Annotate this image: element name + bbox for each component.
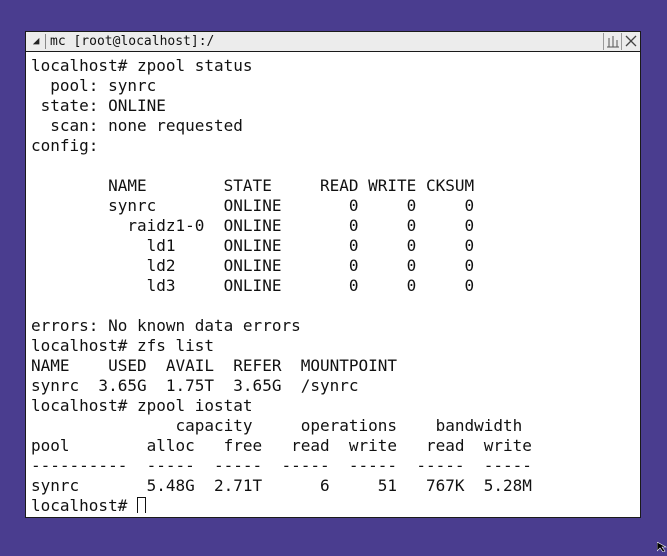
terminal-line: localhost# zfs list [31,336,215,355]
close-icon[interactable] [621,33,639,50]
window-menu-icon: ◢ [32,34,40,47]
terminal-line: ---------- ----- ----- ----- ----- -----… [31,456,532,475]
title-buttons [603,33,639,50]
terminal-line: NAME USED AVAIL REFER MOUNTPOINT [31,356,398,375]
window-menu-button[interactable]: ◢ [28,33,44,49]
terminal-line: state: ONLINE [31,96,166,115]
window-title: mc [root@localhost]:/ [50,34,215,49]
terminal-line: config: [31,136,99,155]
terminal-line: localhost# zpool status [31,56,253,75]
terminal-line: ld1 ONLINE 0 0 0 [31,236,475,255]
terminal-line: ld2 ONLINE 0 0 0 [31,256,475,275]
terminal-line: NAME STATE READ WRITE CKSUM [31,176,475,195]
title-bar[interactable]: ◢ mc [root@localhost]:/ [26,32,640,52]
prompt-line[interactable]: localhost# [31,496,636,513]
terminal-output[interactable]: localhost# zpool status pool: synrc stat… [31,56,636,513]
terminal-line: synrc 5.48G 2.71T 6 51 767K 5.28M [31,476,532,495]
terminal-line: errors: No known data errors [31,316,301,335]
terminal-line: capacity operations bandwidth [31,416,523,435]
title-separator [45,34,46,49]
terminal-line: raidz1-0 ONLINE 0 0 0 [31,216,475,235]
terminal-line: localhost# zpool iostat [31,396,253,415]
terminal-line: synrc ONLINE 0 0 0 [31,196,475,215]
resize-icon[interactable] [603,33,621,50]
terminal-window: ◢ mc [root@localhost]:/ localhost# zpool… [25,31,641,518]
terminal-line: pool alloc free read write read write [31,436,532,455]
terminal-line: pool: synrc [31,76,157,95]
terminal-line: ld3 ONLINE 0 0 0 [31,276,475,295]
terminal-line: scan: none requested [31,116,243,135]
text-cursor [136,497,146,513]
shell-prompt: localhost# [31,496,137,513]
terminal-line: synrc 3.65G 1.75T 3.65G /synrc [31,376,359,395]
